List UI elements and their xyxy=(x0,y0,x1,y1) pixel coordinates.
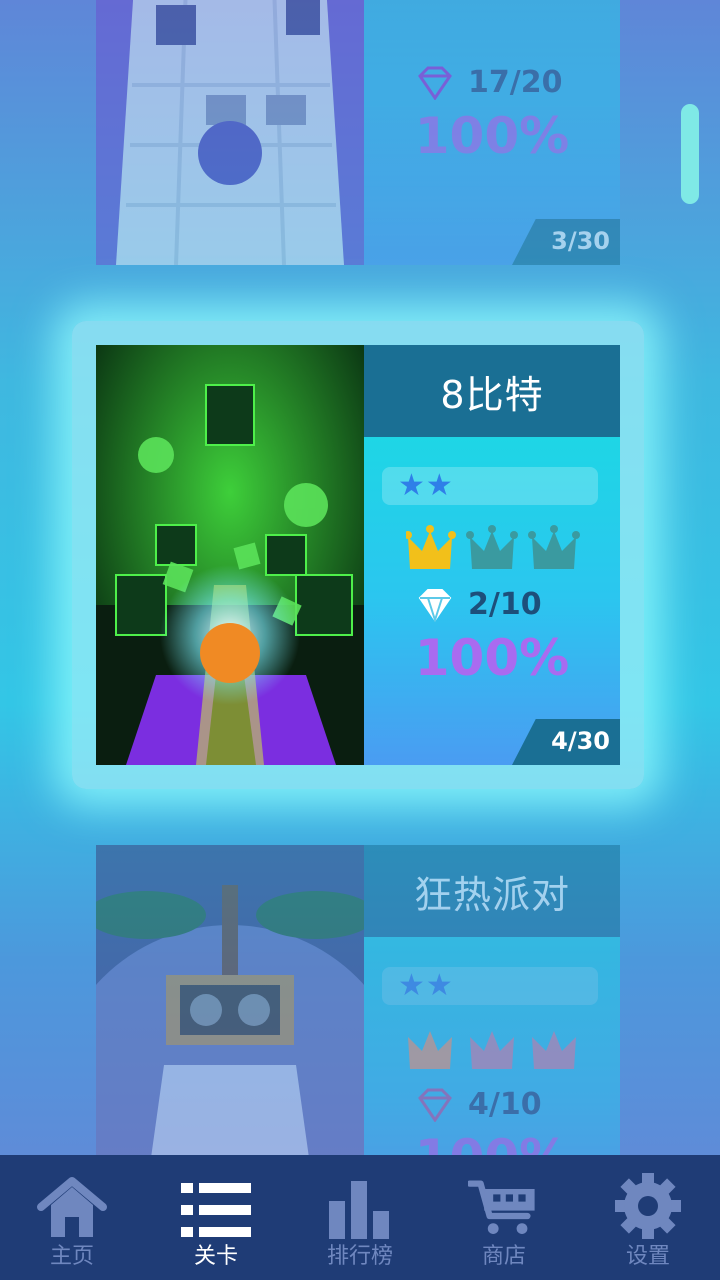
list-icon xyxy=(180,1173,252,1239)
level-info-panel: 8比特 ★★ 2/10 100% 4/30 xyxy=(364,345,620,765)
crowns-row xyxy=(406,525,580,569)
diamond-icon xyxy=(418,1088,452,1122)
scrollbar-thumb[interactable] xyxy=(681,104,699,204)
crown-icon xyxy=(406,525,456,569)
gem-count: 4/10 xyxy=(468,1087,542,1122)
diamond-icon xyxy=(418,66,452,100)
level-number: 4/30 xyxy=(551,727,610,755)
home-icon xyxy=(36,1173,108,1239)
bottom-nav: 主页 关卡 排行榜 商店 设置 xyxy=(0,1155,720,1280)
level-number: 3/30 xyxy=(551,227,610,255)
bar-chart-icon xyxy=(324,1173,396,1239)
nav-shop[interactable]: 商店 xyxy=(432,1155,576,1280)
level-info-panel: 17/20 100% 3/30 xyxy=(364,0,620,265)
difficulty-stars: ★★ xyxy=(398,468,454,503)
crown-icon xyxy=(532,1031,576,1069)
cart-icon xyxy=(468,1173,540,1239)
crown-icon xyxy=(408,1031,452,1069)
level-title: 8比特 xyxy=(364,345,620,437)
difficulty-stars: ★★ xyxy=(398,968,454,1003)
crown-icon xyxy=(466,525,518,569)
nav-home[interactable]: 主页 xyxy=(0,1155,144,1280)
level-card-3[interactable]: 17/20 100% 3/30 xyxy=(96,0,620,265)
level-thumbnail xyxy=(96,0,364,265)
diamond-icon xyxy=(418,588,452,622)
nav-label-home: 主页 xyxy=(49,1244,94,1269)
nav-label-leaderboard: 排行榜 xyxy=(326,1244,393,1269)
nav-levels[interactable]: 关卡 xyxy=(144,1155,288,1280)
crown-icon xyxy=(528,525,580,569)
gem-count: 17/20 xyxy=(468,65,563,100)
nav-label-settings: 设置 xyxy=(625,1244,670,1269)
level-title: 狂热派对 xyxy=(364,845,620,937)
level-thumbnail xyxy=(96,345,364,765)
nav-settings[interactable]: 设置 xyxy=(576,1155,720,1280)
gear-icon xyxy=(612,1173,684,1239)
level-card-4[interactable]: 8比特 ★★ 2/10 100% 4/30 xyxy=(72,321,644,789)
gem-count: 2/10 xyxy=(468,587,542,622)
crown-icon xyxy=(470,1031,514,1069)
crowns-row xyxy=(408,1031,576,1069)
nav-label-shop: 商店 xyxy=(481,1244,526,1269)
nav-leaderboard[interactable]: 排行榜 xyxy=(288,1155,432,1280)
completion-percent: 100% xyxy=(414,107,570,165)
nav-label-levels: 关卡 xyxy=(193,1244,238,1269)
completion-percent: 100% xyxy=(414,629,570,687)
